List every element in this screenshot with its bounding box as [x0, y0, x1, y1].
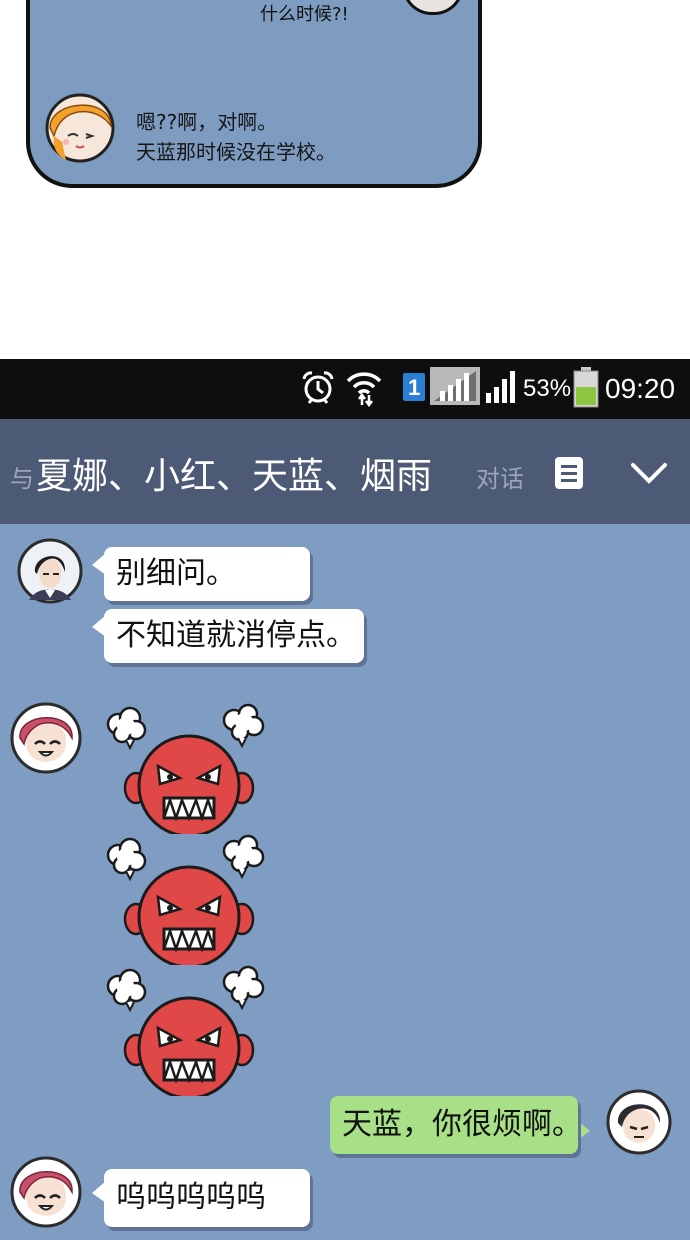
previous-message-line-1: 嗯??啊，对啊。	[136, 110, 278, 134]
dark-hair-boy-avatar[interactable]	[17, 538, 83, 604]
clock-time: 09:20	[605, 373, 676, 404]
sim-1-label: 1	[408, 375, 421, 400]
sim-1-badge: 1	[403, 373, 425, 401]
signal-icon-2	[486, 371, 515, 403]
battery-percent: 53%	[523, 375, 572, 402]
blonde-girl-avatar	[45, 93, 115, 163]
previous-comic-panel: 什么时候?! 嗯??啊，对啊。 天蓝那时候没在学校。	[26, 0, 482, 188]
chevron-down-icon[interactable]	[630, 462, 668, 486]
header-prefix: 与	[10, 465, 34, 493]
status-bar: 1 53% 09:20	[0, 359, 690, 419]
message-bubble-1[interactable]: 别细问。	[104, 547, 310, 601]
angry-face-sticker[interactable]	[102, 964, 268, 1096]
message-bubble-self[interactable]: 天蓝，你很烦啊。	[330, 1096, 582, 1154]
alarm-icon	[302, 371, 334, 404]
phone-screen: 1 53% 09:20 与 夏娜、小红、天蓝、烟雨 对话 别细问。 不知道就消停…	[0, 359, 690, 1240]
pink-hair-boy-avatar[interactable]	[10, 702, 82, 774]
pink-hair-boy-avatar[interactable]	[10, 1156, 82, 1228]
message-bubble-2[interactable]: 不知道就消停点。	[104, 609, 364, 663]
angry-face-sticker[interactable]	[102, 702, 268, 834]
header-suffix: 对话	[476, 465, 524, 493]
self-avatar[interactable]	[606, 1089, 672, 1155]
angry-face-sticker[interactable]	[102, 833, 268, 965]
battery-icon	[573, 367, 599, 408]
signal-icon-1	[430, 367, 480, 405]
cut-off-avatar	[402, 0, 464, 15]
wifi-icon	[346, 372, 382, 407]
chat-header: 与 夏娜、小红、天蓝、烟雨 对话	[0, 419, 690, 524]
previous-message-line-2: 天蓝那时候没在学校。	[136, 140, 336, 164]
chat-participants-title: 夏娜、小红、天蓝、烟雨	[36, 456, 433, 497]
previous-message-text: 嗯??啊，对啊。 天蓝那时候没在学校。	[136, 107, 336, 167]
message-bubble-5[interactable]: 呜呜呜呜呜	[104, 1169, 310, 1227]
memo-icon[interactable]	[554, 456, 584, 490]
cut-off-message-text: 什么时候?!	[260, 4, 349, 25]
